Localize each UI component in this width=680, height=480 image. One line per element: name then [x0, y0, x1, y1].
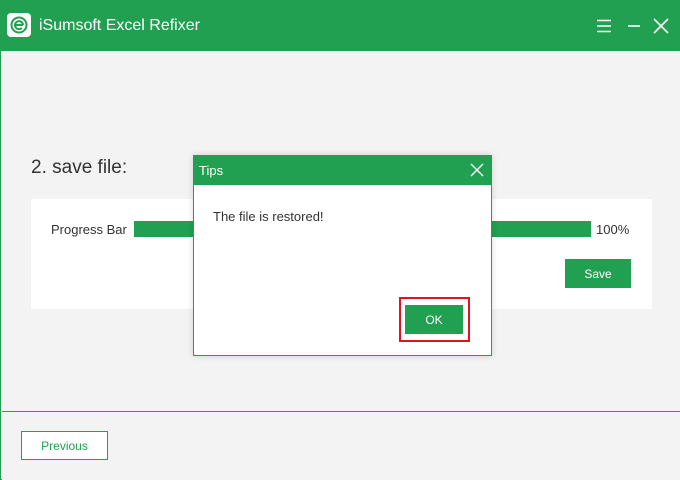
previous-button[interactable]: Previous	[21, 431, 108, 460]
app-title: iSumsoft Excel Refixer	[39, 17, 200, 34]
dialog-message: The file is restored!	[213, 209, 324, 224]
app-logo-icon	[7, 13, 31, 37]
step-title: 2. save file:	[31, 157, 128, 178]
dialog-titlebar: Tips	[194, 156, 491, 185]
ok-button[interactable]: OK	[405, 305, 463, 334]
titlebar: iSumsoft Excel Refixer	[1, 1, 680, 51]
dialog-title: Tips	[199, 163, 224, 178]
hamburger-menu-icon[interactable]	[594, 16, 614, 36]
progress-label: Progress Bar	[51, 222, 127, 237]
dialog-close-icon[interactable]	[469, 162, 485, 178]
tips-dialog: Tips The file is restored! OK	[193, 155, 492, 356]
close-icon[interactable]	[651, 16, 671, 36]
app-window: iSumsoft Excel Refixer 2. save file: Pro…	[0, 0, 680, 480]
footer: Previous	[2, 412, 680, 480]
progress-value: 100%	[596, 222, 630, 237]
save-button[interactable]: Save	[565, 259, 631, 288]
minimize-icon[interactable]	[624, 16, 644, 36]
